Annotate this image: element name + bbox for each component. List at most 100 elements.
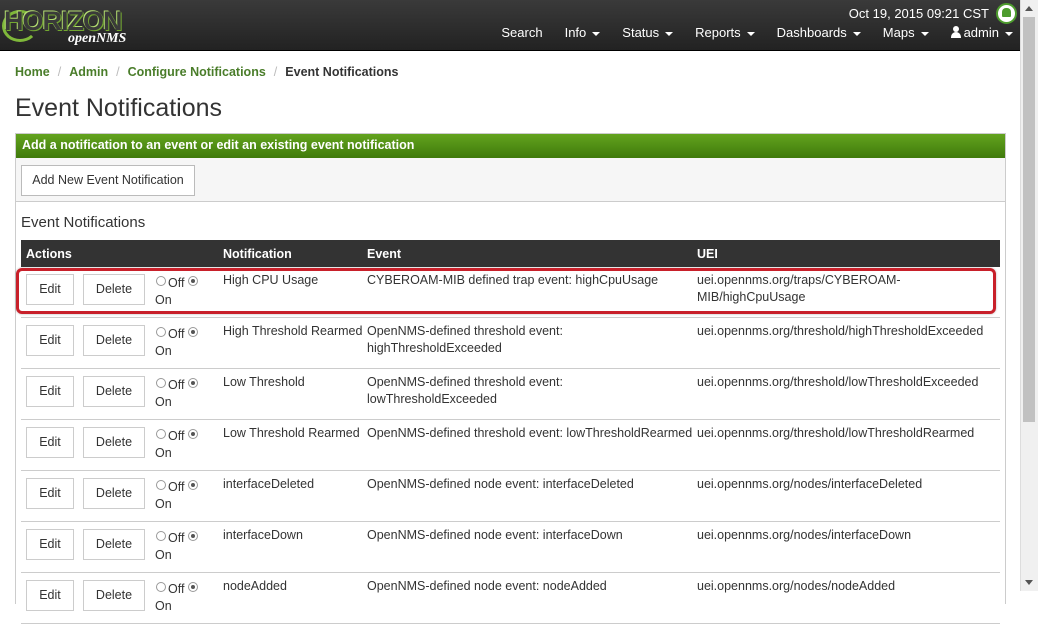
delete-button[interactable]: Delete [83,529,145,560]
add-new-event-notification-button[interactable]: Add New Event Notification [21,165,195,196]
edit-button[interactable]: Edit [26,325,74,356]
off-label: Off [168,582,185,596]
column-header-event: Event [367,247,402,261]
highlight-annotation [16,268,996,314]
edit-button[interactable]: Edit [26,427,74,458]
column-header-notification: Notification [223,247,292,261]
off-radio[interactable] [156,429,166,439]
caret-down-icon [746,31,755,36]
logo-sub-text: openNMS [68,31,127,46]
nav-user[interactable]: admin [950,25,1013,40]
notification-name: High Threshold Rearmed [223,324,363,338]
on-radio[interactable] [188,429,198,439]
table-body: Edit Delete Off On High CPU Usage CYBEROAM-MI… [21,267,1000,624]
delete-button[interactable]: Delete [83,478,145,509]
off-label: Off [168,378,185,392]
notification-name: Low Threshold Rearmed [223,426,360,440]
event-notifications-panel: Add a notification to an event or edit a… [15,133,1006,624]
event-description: OpenNMS-defined threshold event: highThr… [367,324,563,355]
edit-button[interactable]: Edit [26,529,74,560]
delete-button[interactable]: Delete [83,580,145,611]
on-label: On [155,599,172,613]
on-radio[interactable] [188,327,198,337]
column-header-uei: UEI [697,247,718,261]
notification-name: interfaceDeleted [223,477,315,491]
nav-search[interactable]: Search [501,25,542,40]
nav-dashboards[interactable]: Dashboards [777,25,861,40]
caret-down-icon [852,31,861,36]
off-radio[interactable] [156,531,166,541]
breadcrumb-separator: / [57,65,62,79]
event-description: OpenNMS-defined node event: nodeAdded [367,579,607,593]
breadcrumb: Home / Admin / Configure Notifications / Event… [15,65,399,79]
table-row: Edit Delete Off On High Threshold Rearmed Ope… [21,318,1000,369]
notification-bell-icon[interactable] [996,3,1017,24]
scroll-thumb[interactable] [1023,17,1035,422]
uei-value: uei.opennms.org/threshold/lowThresholdRe… [697,426,975,440]
panel-heading: Add a notification to an event or edit a… [16,134,1005,158]
nav-maps[interactable]: Maps [883,25,929,40]
breadcrumb-home[interactable]: Home [15,65,50,79]
caret-down-icon [1005,31,1013,36]
breadcrumb-current: Event Notifications [285,65,399,79]
notification-name: nodeAdded [223,579,287,593]
off-label: Off [168,327,185,341]
event-description: OpenNMS-defined node event: interfaceDow… [367,528,623,542]
event-description: OpenNMS-defined node event: interfaceDel… [367,477,634,491]
user-icon [950,26,961,38]
on-label: On [155,344,172,358]
uei-value: uei.opennms.org/nodes/nodeAdded [697,579,896,593]
caret-down-icon [592,31,601,36]
off-radio[interactable] [156,327,166,337]
delete-button[interactable]: Delete [83,376,145,407]
off-label: Off [168,429,185,443]
nav-info[interactable]: Info [565,25,601,40]
delete-button[interactable]: Delete [83,325,145,356]
off-label: Off [168,480,185,494]
on-label: On [155,446,172,460]
on-radio[interactable] [188,480,198,490]
notification-name: Low Threshold [223,375,305,389]
delete-button[interactable]: Delete [83,427,145,458]
edit-button[interactable]: Edit [26,376,74,407]
caret-down-icon [665,31,674,36]
table-row: Edit Delete Off On interfaceDeleted OpenNMS-d… [21,471,1000,522]
off-radio[interactable] [156,378,166,388]
on-radio[interactable] [188,531,198,541]
on-label: On [155,497,172,511]
uei-value: uei.opennms.org/nodes/interfaceDown [697,528,912,542]
page-title: Event Notifications [15,94,223,122]
uei-value: uei.opennms.org/threshold/lowThresholdEx… [697,375,979,389]
section-title: Event Notifications [21,214,146,231]
off-label: Off [168,531,185,545]
off-radio[interactable] [156,480,166,490]
table-row: Edit Delete Off On Low Threshold OpenNMS-defi… [21,369,1000,420]
on-label: On [155,548,172,562]
nav-status[interactable]: Status [622,25,674,40]
on-label: On [155,395,172,409]
breadcrumb-configure-notifications[interactable]: Configure Notifications [128,65,266,79]
top-navbar: HORIZON openNMS Oct 19, 2015 09:21 CST S… [0,0,1021,51]
event-description: OpenNMS-defined threshold event: lowThre… [367,375,563,406]
on-radio[interactable] [188,378,198,388]
event-description: OpenNMS-defined threshold event: lowThre… [367,426,693,440]
table-row: Edit Delete Off On Low Threshold Rearmed Open… [21,420,1000,471]
vertical-scrollbar[interactable] [1020,0,1038,591]
uei-value: uei.opennms.org/nodes/interfaceDeleted [697,477,923,491]
breadcrumb-separator: / [273,65,278,79]
nav-reports[interactable]: Reports [695,25,755,40]
scroll-down-arrow-icon[interactable] [1025,580,1033,585]
header-datetime: Oct 19, 2015 09:21 CST [848,6,989,21]
uei-value: uei.opennms.org/threshold/highThresholdE… [697,324,984,338]
table-header: Actions Notification Event UEI [21,240,1000,267]
notification-name: interfaceDown [223,528,303,542]
nav-menu: Search Info Status Reports Dashboards Ma… [479,25,1013,40]
column-header-actions: Actions [26,247,72,261]
edit-button[interactable]: Edit [26,580,74,611]
panel-toolbar: Add New Event Notification [16,158,1005,202]
opennms-logo[interactable]: HORIZON openNMS [2,6,136,46]
scroll-up-arrow-icon[interactable] [1025,6,1033,11]
edit-button[interactable]: Edit [26,478,74,509]
table-row: Edit Delete Off On interfaceDown OpenNMS-defi… [21,522,1000,573]
breadcrumb-admin[interactable]: Admin [69,65,108,79]
